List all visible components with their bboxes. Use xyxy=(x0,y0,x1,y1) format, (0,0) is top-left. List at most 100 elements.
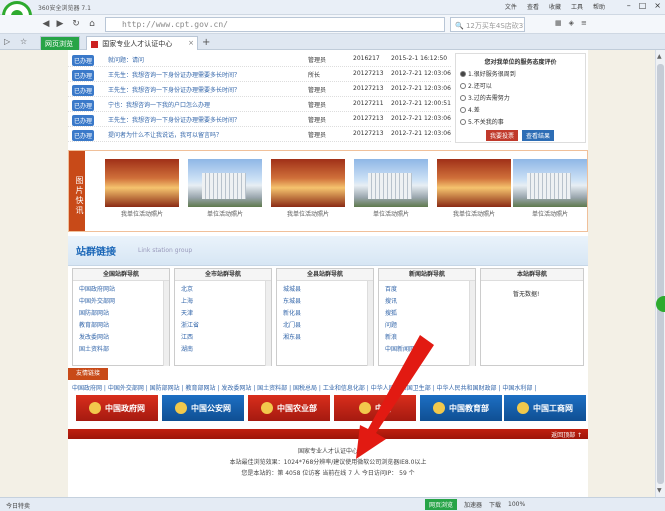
view-results-button[interactable]: 查看结果 xyxy=(522,130,555,141)
side-float-icon[interactable] xyxy=(656,296,665,312)
nav-link[interactable]: 城城县 xyxy=(283,284,373,293)
friend-links-text[interactable]: 中国政府网 | 中国外交部网 | 国防部网站 | 教育部网站 | 发改委网站 |… xyxy=(72,383,536,392)
photo-caption[interactable]: 我单位活动照片 xyxy=(105,209,179,218)
menu-favorites[interactable]: 收藏 xyxy=(549,2,561,11)
photo-caption[interactable]: 单位活动照片 xyxy=(513,209,587,218)
photo-image[interactable] xyxy=(188,159,262,207)
nav-link[interactable]: 天津 xyxy=(181,308,271,317)
nav-link[interactable]: 江西 xyxy=(181,332,271,341)
nav-link[interactable]: 问题 xyxy=(385,320,475,329)
vote-button[interactable]: 我要投票 xyxy=(486,130,519,141)
photo-image[interactable] xyxy=(437,159,511,207)
nav-link[interactable]: 国土资料部 xyxy=(79,344,169,353)
column-scrollbar[interactable] xyxy=(163,281,169,366)
zoom-level[interactable]: 100% xyxy=(508,501,525,508)
photo-caption[interactable]: 单位活动照片 xyxy=(188,209,262,218)
shield-icon[interactable]: ◈ xyxy=(569,19,574,27)
photo-image[interactable] xyxy=(105,159,179,207)
question-link[interactable]: 王先生：我想咨询一下身份证办理需要多长时间？ xyxy=(108,115,240,124)
nav-link[interactable]: 东城县 xyxy=(283,296,373,305)
maximize-icon[interactable]: □ xyxy=(639,1,647,10)
web-browse-button[interactable]: 网页浏览 xyxy=(425,499,458,510)
photo-item[interactable]: 单位活动照片 xyxy=(188,159,262,218)
nav-link[interactable]: 浙江省 xyxy=(181,320,271,329)
poll-option[interactable]: 4.差 xyxy=(460,105,585,114)
refresh-icon[interactable]: ↻ xyxy=(70,18,82,30)
favorites-icon[interactable]: ☆ xyxy=(20,37,27,46)
poll-option[interactable]: 3.过的去需努力 xyxy=(460,93,585,102)
banner-commerce[interactable]: 中国工商网 xyxy=(504,395,586,421)
forward-icon[interactable]: ▶ xyxy=(54,18,66,30)
download-button[interactable]: 下载 xyxy=(489,500,501,509)
search-box[interactable]: 12万买车4S店砍37万 xyxy=(450,17,525,32)
extension-icon[interactable]: ▦ xyxy=(555,19,562,27)
photo-image[interactable] xyxy=(271,159,345,207)
photo-caption[interactable]: 我单位活动照片 xyxy=(437,209,511,218)
column-scrollbar[interactable] xyxy=(469,281,475,366)
sidebar-toggle-icon[interactable]: ▷ xyxy=(4,37,10,46)
menu-view[interactable]: 查看 xyxy=(527,2,539,11)
photo-caption[interactable]: 单位活动照片 xyxy=(354,209,428,218)
photo-image[interactable] xyxy=(513,159,587,207)
footer-org-name: 国家专业人才认证中心 xyxy=(297,448,358,455)
nav-link[interactable]: 国防部网站 xyxy=(79,308,169,317)
new-tab-button[interactable]: + xyxy=(202,37,210,48)
menu-tools[interactable]: 工具 xyxy=(571,2,583,11)
question-link[interactable]: 就问题：请问 xyxy=(108,55,144,64)
back-to-top-link[interactable]: 返回顶部 ↑ xyxy=(551,430,582,439)
page-scrollbar[interactable]: ▲ ▼ xyxy=(655,50,665,497)
photo-item[interactable]: 单位活动照片 xyxy=(354,159,428,218)
question-link[interactable]: 王先生：我想咨询一下身份证办理需要多长时间？ xyxy=(108,85,240,94)
daily-deals-link[interactable]: 今日特卖 xyxy=(6,501,30,510)
radio-icon[interactable] xyxy=(460,82,466,89)
scroll-thumb[interactable] xyxy=(657,64,664,484)
photo-caption[interactable]: 我单位活动照片 xyxy=(271,209,345,218)
column-scrollbar[interactable] xyxy=(265,281,271,366)
banner-gov[interactable]: 中国政府网 xyxy=(76,395,158,421)
banner-police[interactable]: 中国公安网 xyxy=(162,395,244,421)
settings-icon[interactable]: ≡ xyxy=(581,19,587,27)
photo-item[interactable]: 我单位活动照片 xyxy=(271,159,345,218)
poll-option[interactable]: 5.不关我的事 xyxy=(460,117,585,126)
poll-option[interactable]: 1.很好服务很周到 xyxy=(460,69,585,78)
radio-icon[interactable] xyxy=(460,94,466,101)
nav-link[interactable]: 教育部网站 xyxy=(79,320,169,329)
nav-link[interactable]: 北京 xyxy=(181,284,271,293)
address-bar[interactable]: http://www.cpt.gov.cn/ xyxy=(105,17,445,32)
photo-item[interactable]: 我单位活动照片 xyxy=(437,159,511,218)
tab-web-browse[interactable]: 网页浏览 xyxy=(40,36,80,50)
close-icon[interactable]: × xyxy=(654,1,661,10)
question-link[interactable]: 宁也：我想咨询一下我的户口怎么办理 xyxy=(108,100,210,109)
nav-link[interactable]: 搜讯 xyxy=(385,296,475,305)
nav-link[interactable]: 上海 xyxy=(181,296,271,305)
radio-icon[interactable] xyxy=(460,118,466,125)
scroll-down-icon[interactable]: ▼ xyxy=(657,487,662,494)
photo-item[interactable]: 我单位活动照片 xyxy=(105,159,179,218)
nav-link[interactable]: 搜狐 xyxy=(385,308,475,317)
photo-image[interactable] xyxy=(354,159,428,207)
home-icon[interactable]: ⌂ xyxy=(86,18,98,30)
radio-selected-icon[interactable] xyxy=(460,70,466,77)
nav-link[interactable]: 新化县 xyxy=(283,308,373,317)
nav-link[interactable]: 百度 xyxy=(385,284,475,293)
tab-cpt-center[interactable]: 国家专业人才认证中心 × xyxy=(86,36,198,50)
menu-help[interactable]: 帮助 xyxy=(593,2,605,11)
accelerator-button[interactable]: 加速器 xyxy=(464,500,482,509)
nav-link[interactable]: 发改委网站 xyxy=(79,332,169,341)
scroll-up-icon[interactable]: ▲ xyxy=(657,53,662,60)
back-icon[interactable]: ◀ xyxy=(40,18,52,30)
close-tab-icon[interactable]: × xyxy=(188,39,194,47)
nav-link[interactable]: 中国外交部网 xyxy=(79,296,169,305)
menu-file[interactable]: 文件 xyxy=(505,2,517,11)
nav-link[interactable]: 北门县 xyxy=(283,320,373,329)
arrow-shape xyxy=(356,335,434,459)
nav-link[interactable]: 湖南 xyxy=(181,344,271,353)
nav-link[interactable]: 中国政府网站 xyxy=(79,284,169,293)
minimize-icon[interactable]: – xyxy=(627,1,631,10)
banner-agriculture[interactable]: 中国农业部 xyxy=(248,395,330,421)
poll-option[interactable]: 2.还可以 xyxy=(460,81,585,90)
photo-item[interactable]: 单位活动照片 xyxy=(513,159,587,218)
question-link[interactable]: 提问者为什么不让我说话，我可以留言吗？ xyxy=(108,130,222,139)
question-link[interactable]: 王先生：我想咨询一下身份证办理需要多长时间？ xyxy=(108,70,240,79)
radio-icon[interactable] xyxy=(460,106,466,113)
